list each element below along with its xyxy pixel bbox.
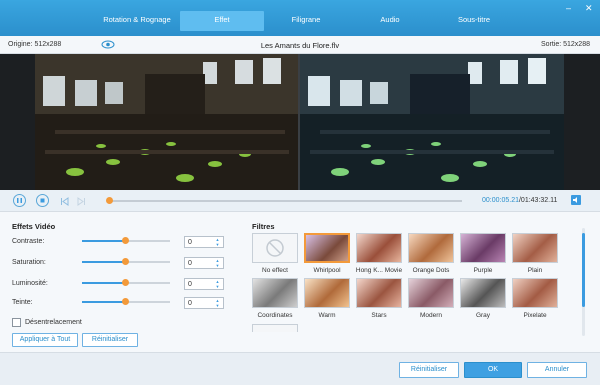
hue-slider-handle[interactable]	[122, 298, 129, 305]
brightness-label: Luminosité:	[12, 280, 48, 287]
tab-rotation-crop[interactable]: Rotation & Rognage	[94, 11, 180, 31]
decrement-icon[interactable]: ▼	[214, 303, 221, 308]
cancel-button[interactable]: Annuler	[527, 362, 587, 378]
filter-stars[interactable]	[356, 278, 402, 308]
hue-slider[interactable]	[82, 298, 170, 305]
tab-effect[interactable]: Effet	[180, 11, 264, 31]
effects-panel: Effets Vidéo Contraste: 0 ▲ ▼ Saturation: …	[0, 212, 600, 352]
filter-whirlpool[interactable]	[304, 233, 350, 263]
apply-to-all-button[interactable]: Appliquer à Tout	[12, 333, 78, 347]
filter-coordinates[interactable]	[252, 278, 298, 308]
next-frame-icon[interactable]	[77, 197, 86, 206]
filter-label: Plain	[527, 267, 543, 274]
decrement-icon[interactable]: ▼	[214, 242, 221, 247]
library-scene-original	[35, 54, 299, 190]
ok-button[interactable]: OK	[464, 362, 522, 378]
stop-icon	[40, 198, 45, 203]
filter-label: Purple	[473, 267, 493, 274]
no-effect-icon	[266, 239, 284, 257]
volume-icon[interactable]	[571, 195, 581, 205]
pause-button[interactable]	[13, 194, 26, 207]
filter-label: Warm	[318, 312, 336, 319]
filter-gray[interactable]	[460, 278, 506, 308]
library-scene-output	[300, 54, 564, 190]
progress-handle[interactable]	[106, 197, 113, 204]
output-resolution: Sortie: 512x288	[540, 41, 590, 48]
reset-all-button[interactable]: Réinitialiser	[399, 362, 459, 378]
decrement-icon[interactable]: ▼	[214, 284, 221, 289]
filter-modern[interactable]	[408, 278, 454, 308]
filter-scrollbar[interactable]	[582, 233, 585, 307]
current-time: 00:00:05.21	[482, 197, 519, 204]
video-info-bar: Origine: 512x288 Les Amants du Flore.flv…	[0, 36, 600, 54]
progress-track[interactable]	[108, 200, 462, 202]
filter-label: Gray	[475, 312, 491, 319]
close-icon[interactable]: ✕	[585, 4, 593, 13]
saturation-slider-handle[interactable]	[122, 258, 129, 265]
minimize-icon[interactable]: –	[566, 4, 571, 13]
playback-controls: 00:00:05.21/01:43:32.11	[0, 190, 600, 212]
hue-label: Teinte:	[12, 299, 33, 306]
filter-label: Hong K... Movie	[355, 267, 403, 274]
stop-button[interactable]	[36, 194, 49, 207]
filter-label: Coordinates	[257, 312, 293, 319]
filter-purple[interactable]	[460, 233, 506, 263]
dialog-footer: Réinitialiser OK Annuler	[0, 352, 600, 385]
video-effects-title: Effets Vidéo	[12, 222, 56, 231]
contrast-slider[interactable]	[82, 237, 170, 244]
deinterlace-label: Désentrelacement	[25, 319, 82, 326]
tab-subtitle[interactable]: Sous-titre	[432, 11, 516, 31]
video-preview-area	[0, 54, 600, 190]
previous-frame-icon[interactable]	[60, 197, 69, 206]
tab-audio[interactable]: Audio	[348, 11, 432, 31]
hue-stepper[interactable]: 0 ▲ ▼	[184, 297, 224, 309]
filter-label: Pixelate	[523, 312, 547, 319]
filter-label: Modern	[419, 312, 443, 319]
contrast-stepper[interactable]: 0 ▲ ▼	[184, 236, 224, 248]
filter-no-effect[interactable]	[252, 233, 298, 263]
filter-label: No effect	[262, 267, 288, 274]
timecode: 00:00:05.21/01:43:32.11	[482, 197, 557, 204]
saturation-slider[interactable]	[82, 258, 170, 265]
contrast-slider-handle[interactable]	[122, 237, 129, 244]
decrement-icon[interactable]: ▼	[214, 263, 221, 268]
original-video-preview	[35, 54, 299, 190]
filters-title: Filtres	[252, 222, 275, 231]
contrast-label: Contraste:	[12, 238, 45, 245]
effects-tab-bar: Rotation & Rognage Effet Filigrane Audio…	[0, 0, 600, 36]
file-name: Les Amants du Flore.flv	[260, 41, 340, 50]
reset-effects-button[interactable]: Réinitialiser	[82, 333, 138, 347]
filter-label: Whirlpool	[313, 267, 341, 274]
output-video-preview	[300, 54, 564, 190]
filter-hong-kong-movie[interactable]	[356, 233, 402, 263]
tab-watermark[interactable]: Filigrane	[264, 11, 348, 31]
filter-plain[interactable]	[512, 233, 558, 263]
filter-next-row-preview[interactable]	[252, 324, 298, 332]
filter-pixelate[interactable]	[512, 278, 558, 308]
filter-label: Orange Dots	[412, 267, 450, 274]
tab-list: Rotation & Rognage Effet Filigrane Audio…	[94, 11, 516, 31]
pause-icon	[17, 198, 22, 203]
total-time: /01:43:32.11	[518, 197, 558, 204]
brightness-slider[interactable]	[82, 279, 170, 286]
filter-orange-dots[interactable]	[408, 233, 454, 263]
saturation-label: Saturation:	[12, 259, 46, 266]
brightness-stepper[interactable]: 0 ▲ ▼	[184, 278, 224, 290]
brightness-slider-handle[interactable]	[122, 279, 129, 286]
filter-warm[interactable]	[304, 278, 350, 308]
deinterlace-checkbox[interactable]	[12, 318, 21, 327]
filter-label: Stars	[371, 312, 387, 319]
saturation-stepper[interactable]: 0 ▲ ▼	[184, 257, 224, 269]
